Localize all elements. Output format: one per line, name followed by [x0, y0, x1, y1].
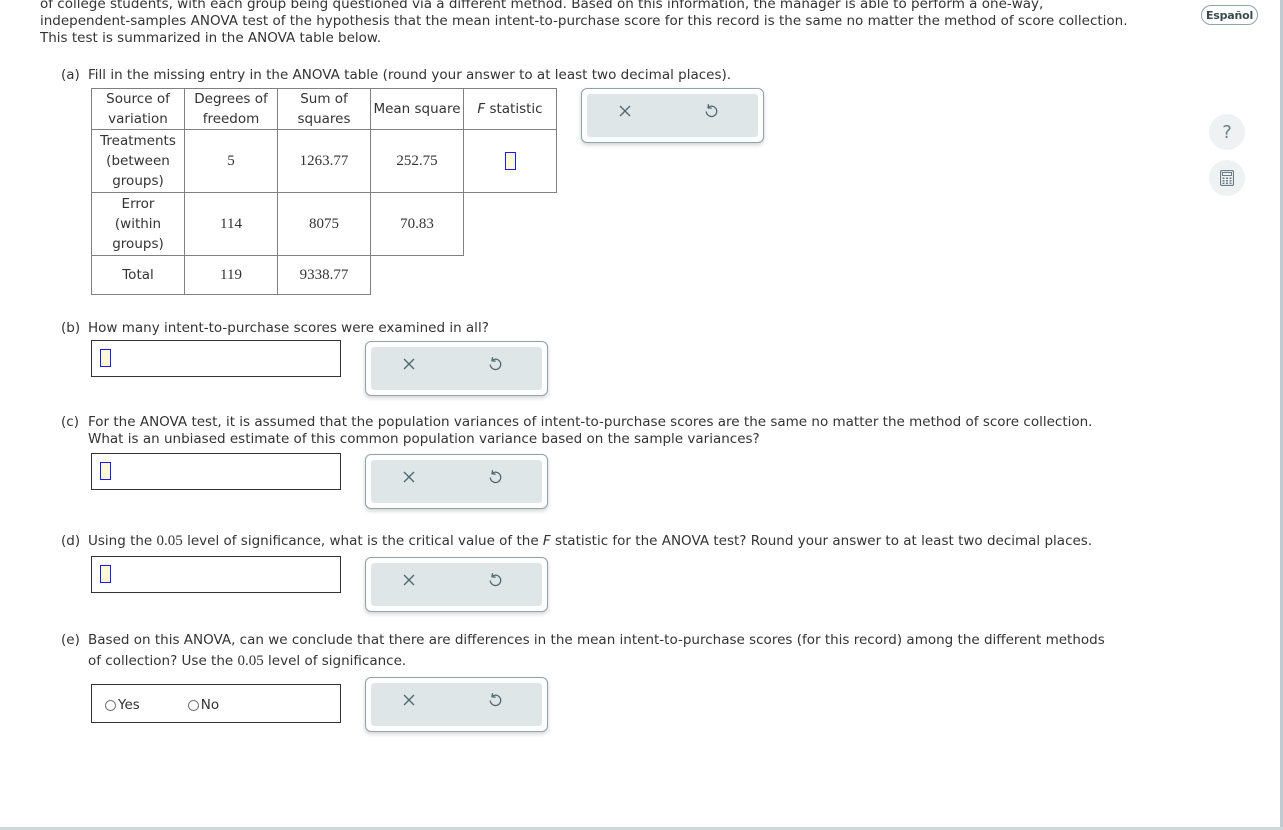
alpha-value: 0.05 [237, 653, 264, 669]
part-b-answer-field[interactable] [91, 340, 341, 377]
part-b-input[interactable] [100, 349, 111, 367]
header-ss: Sum of squares [277, 88, 371, 130]
row-total-ss: 9338.77 [277, 255, 371, 295]
radio-no[interactable]: No [187, 697, 219, 713]
undo-button[interactable] [697, 98, 725, 124]
part-c-answer-field[interactable] [91, 453, 341, 490]
close-icon [619, 105, 631, 117]
clear-button[interactable] [395, 687, 423, 713]
intro-line-1: of college students, with each group bei… [40, 0, 1044, 12]
part-c-input[interactable] [100, 462, 111, 480]
close-icon [403, 471, 415, 483]
undo-icon [705, 104, 718, 118]
problem-intro: of college students, with each group bei… [40, 0, 1190, 47]
row-total-df: 119 [184, 255, 278, 295]
part-a-prompt: (a) Fill in the missing entry in the ANOV… [61, 65, 731, 86]
radio-button-no[interactable] [187, 699, 199, 711]
part-c-label: (c) [61, 414, 79, 430]
part-b-tools [365, 341, 548, 396]
close-icon [403, 694, 415, 706]
table-header-row: Source of variation Degrees of freedom S… [91, 88, 557, 130]
part-b-text: How many intent-to-purchase scores were … [88, 320, 489, 336]
part-d-answer-field[interactable] [91, 556, 341, 593]
part-a-tools [581, 88, 764, 143]
radio-button-yes[interactable] [105, 699, 116, 711]
part-d-label: (d) [61, 533, 81, 549]
row-treatments-ss: 1263.77 [277, 129, 371, 193]
part-e-tools [365, 677, 548, 732]
undo-icon [489, 573, 502, 587]
part-d-prompt: (d) Using the 0.05 level of significance,… [61, 531, 1092, 552]
row-error-source: Error (within groups) [91, 192, 185, 256]
anova-table: Source of variation Degrees of freedom S… [91, 88, 557, 295]
row-treatments-df: 5 [184, 129, 278, 193]
part-b-prompt: (b) How many intent-to-purchase scores we… [61, 318, 489, 339]
help-button[interactable]: ? [1209, 114, 1245, 150]
part-d-tools [365, 557, 548, 612]
undo-icon [489, 693, 502, 707]
part-a-label: (a) [61, 67, 80, 83]
undo-button[interactable] [481, 687, 509, 713]
yes-no-radio-group: Yes No [105, 697, 219, 713]
close-icon [403, 574, 415, 586]
clear-button[interactable] [395, 351, 423, 377]
calculator-icon [1220, 170, 1234, 186]
part-c-prompt: (c) For the ANOVA test, it is assumed tha… [61, 414, 1092, 448]
table-row: Treatments (between groups) 5 1263.77 25… [91, 129, 557, 193]
part-c-text-2: What is an unbiased estimate of this com… [88, 431, 760, 447]
undo-icon [489, 470, 502, 484]
close-icon [403, 358, 415, 370]
header-source: Source of variation [91, 88, 185, 130]
part-a-text: Fill in the missing entry in the ANOVA t… [88, 67, 732, 83]
clear-button[interactable] [611, 98, 639, 124]
undo-button[interactable] [481, 351, 509, 377]
alpha-value: 0.05 [156, 533, 183, 549]
intro-line-3: This test is summarized in the ANOVA tab… [40, 30, 382, 46]
part-e-text-1: Based on this ANOVA, can we conclude tha… [88, 632, 1105, 648]
row-error-ss: 8075 [277, 192, 371, 256]
row-error-ms: 70.83 [370, 192, 464, 256]
help-icon: ? [1222, 121, 1232, 143]
header-df: Degrees of freedom [184, 88, 278, 130]
part-b-label: (b) [61, 320, 81, 336]
part-e-prompt: (e) Based on this ANOVA, can we conclude … [61, 632, 1105, 669]
table-row: Error (within groups) 114 8075 70.83 [91, 192, 557, 256]
row-treatments-f [463, 129, 557, 193]
row-treatments-ms: 252.75 [370, 129, 464, 193]
undo-button[interactable] [481, 567, 509, 593]
part-c-text-1: For the ANOVA test, it is assumed that t… [88, 414, 1093, 430]
row-total-source: Total [91, 255, 185, 295]
calculator-button[interactable] [1209, 160, 1245, 196]
f-statistic-input[interactable] [504, 152, 516, 170]
clear-button[interactable] [395, 567, 423, 593]
intro-line-2: independent-samples ANOVA test of the hy… [40, 13, 1128, 29]
part-c-tools [365, 454, 548, 509]
header-f: F statistic [463, 88, 557, 130]
part-e-label: (e) [61, 632, 80, 648]
row-error-df: 114 [184, 192, 278, 256]
undo-button[interactable] [481, 464, 509, 490]
table-row: Total 119 9338.77 [91, 255, 557, 295]
part-e-answer-field: Yes No [91, 684, 341, 723]
radio-yes[interactable]: Yes [105, 697, 140, 713]
header-ms: Mean square [370, 88, 464, 130]
undo-icon [489, 357, 502, 371]
espanol-button[interactable]: Español [1201, 5, 1258, 25]
clear-button[interactable] [395, 464, 423, 490]
row-treatments-source: Treatments (between groups) [91, 129, 185, 193]
part-d-input[interactable] [100, 565, 111, 583]
